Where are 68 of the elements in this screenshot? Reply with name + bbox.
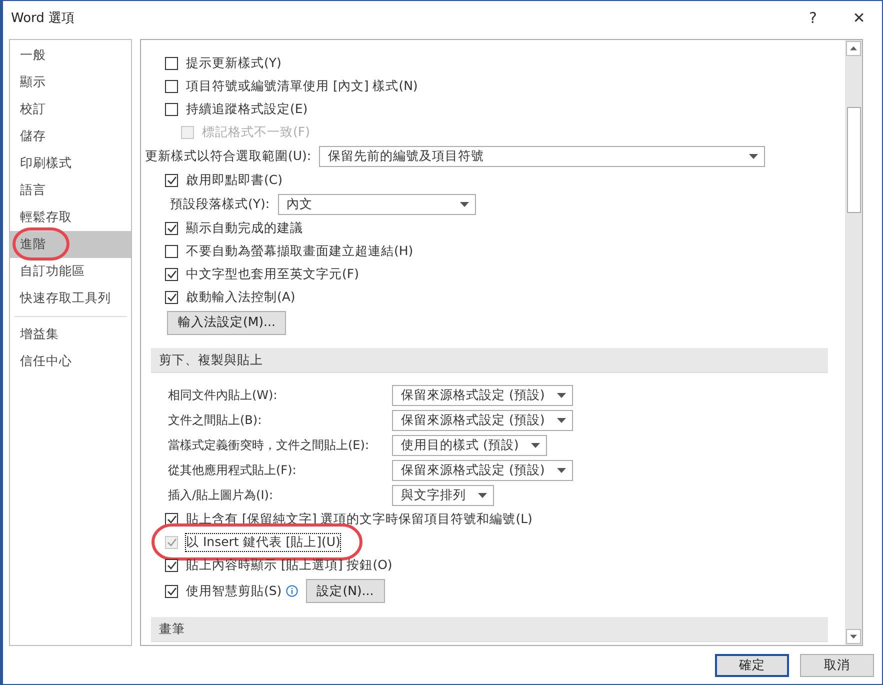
dropdown[interactable]: 保留來源格式設定 (預設) — [392, 385, 573, 406]
scroll-down-icon[interactable] — [846, 629, 861, 644]
checkbox[interactable] — [165, 268, 178, 281]
sidebar-item[interactable]: 自訂功能區 — [10, 258, 131, 285]
settings-button[interactable]: 設定(N)... — [306, 579, 385, 603]
dropdown[interactable]: 內文 — [278, 194, 476, 215]
option-label: 使用智慧剪貼(S) — [186, 582, 282, 600]
scrollbar[interactable] — [844, 40, 862, 645]
caret-icon — [749, 154, 758, 159]
sidebar-item[interactable]: 校訂 — [10, 96, 131, 123]
section-header: 畫筆 — [151, 617, 828, 642]
option-label: 持續追蹤格式設定(E) — [186, 101, 308, 118]
dropdown[interactable]: 保留先前的編號及項目符號 — [319, 146, 766, 167]
close-button[interactable]: ✕ — [836, 1, 882, 35]
option-label: 從其他應用程式貼上(F): — [168, 462, 298, 479]
option-label: 不要自動為螢幕擷取畫面建立超連結(H) — [186, 243, 414, 260]
checkbox[interactable] — [165, 245, 178, 258]
option-label: 相同文件內貼上(W): — [168, 387, 278, 404]
checkbox[interactable] — [165, 584, 178, 598]
option-label: 啟動輸入法控制(A) — [186, 289, 296, 306]
option-label: 顯示自動完成的建議 — [186, 220, 303, 237]
dropdown[interactable]: 保留來源格式設定 (預設) — [392, 410, 573, 431]
option-label: 預設段落樣式(Y): — [170, 196, 270, 213]
option-label: 插入/貼上圖片為(I): — [168, 487, 274, 504]
sidebar-item[interactable]: 印刷樣式 — [10, 150, 131, 177]
checkbox[interactable] — [165, 57, 178, 70]
window-title: Word 選項 — [11, 10, 76, 27]
checkbox[interactable] — [165, 559, 178, 572]
dropdown[interactable]: 保留來源格式設定 (預設) — [392, 460, 573, 481]
option-label: 標記格式不一致(F) — [202, 124, 310, 141]
option-label: 中文字型也套用至英文字元(F) — [186, 266, 359, 283]
checkbox[interactable] — [165, 103, 178, 116]
checkbox[interactable] — [165, 222, 178, 235]
option-label: 提示更新樣式(Y) — [186, 55, 282, 72]
sidebar-item[interactable]: 輕鬆存取 — [10, 204, 131, 231]
option-label: 項目符號或編號清單使用 [內文] 樣式(N) — [186, 78, 418, 95]
caret-icon — [556, 468, 566, 473]
checkbox[interactable] — [165, 174, 178, 187]
option-label: 文件之間貼上(B): — [168, 412, 263, 429]
scroll-up-icon[interactable] — [846, 41, 861, 56]
sidebar-item[interactable]: 儲存 — [10, 123, 131, 150]
option-label: 當樣式定義衝突時，文件之間貼上(E): — [168, 437, 370, 454]
sidebar-item[interactable]: 一般 — [10, 42, 131, 69]
option-label: 以 Insert 鍵代表 [貼上](U) — [186, 534, 340, 551]
settings-button[interactable]: 輸入法設定(M)... — [167, 310, 286, 334]
option-label: 貼上內容時顯示 [貼上選項] 按鈕(O) — [186, 557, 392, 574]
section-header: 剪下、複製與貼上 — [151, 348, 828, 373]
caret-icon — [556, 393, 566, 398]
dropdown[interactable]: 使用目的樣式 (預設) — [392, 435, 547, 456]
sidebar-item[interactable]: 信任中心 — [10, 348, 131, 375]
sidebar-item[interactable]: 增益集 — [10, 321, 131, 348]
sidebar-item[interactable]: 顯示 — [10, 69, 131, 96]
help-button[interactable]: ? — [790, 1, 836, 35]
dropdown[interactable]: 與文字排列 — [392, 485, 494, 506]
option-label: 更新樣式以符合選取範圍(U): — [145, 148, 312, 165]
scroll-thumb[interactable] — [846, 107, 860, 213]
checkbox[interactable] — [165, 80, 178, 93]
sidebar-item[interactable]: 快速存取工具列 — [10, 285, 131, 312]
caret-icon — [478, 493, 487, 498]
caret-icon — [460, 202, 469, 207]
sidebar-item[interactable]: 語言 — [10, 177, 131, 204]
caret-icon — [556, 418, 566, 423]
ok-button[interactable]: 確定 — [715, 654, 789, 676]
cancel-button[interactable]: 取消 — [800, 654, 874, 676]
info-icon — [286, 585, 298, 597]
caret-icon — [530, 443, 540, 448]
checkbox[interactable] — [165, 291, 178, 304]
option-label: 啟用即點即書(C) — [186, 172, 282, 189]
